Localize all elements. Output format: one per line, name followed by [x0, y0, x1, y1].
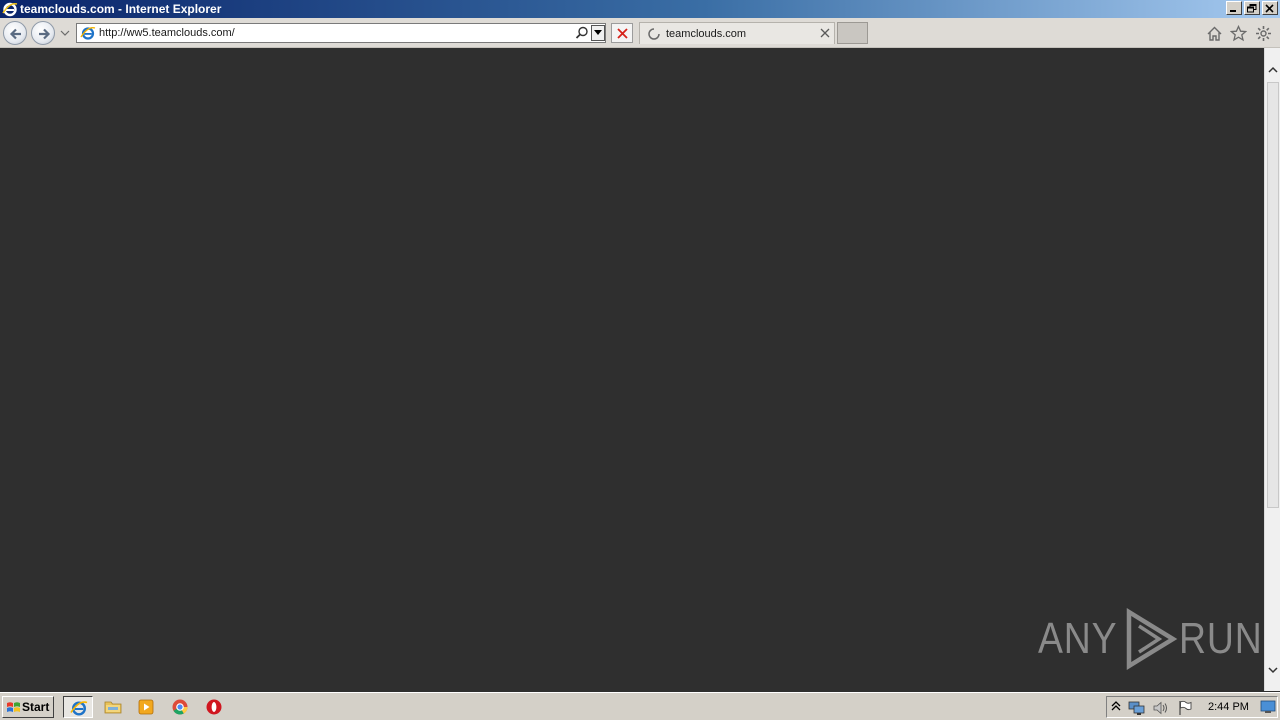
- scroll-down-arrow-icon[interactable]: [1268, 665, 1278, 675]
- scrollbar-thumb[interactable]: [1267, 82, 1279, 508]
- close-button[interactable]: [1262, 1, 1278, 15]
- stop-x-icon: [617, 28, 628, 39]
- new-tab-button[interactable]: [837, 22, 868, 44]
- clock[interactable]: 2:44 PM: [1208, 701, 1249, 713]
- window-title: teamclouds.com - Internet Explorer: [20, 2, 222, 16]
- start-button[interactable]: Start: [2, 696, 54, 718]
- stop-button[interactable]: [611, 23, 633, 43]
- close-icon: [1265, 4, 1274, 13]
- start-label: Start: [22, 700, 50, 714]
- history-dropdown-icon[interactable]: [60, 29, 70, 37]
- watermark-right-text: RUN: [1179, 614, 1264, 663]
- chrome-icon: [172, 699, 188, 715]
- taskbar-media-player[interactable]: [131, 696, 161, 718]
- media-player-icon: [138, 699, 154, 715]
- taskbar-chrome[interactable]: [165, 696, 195, 718]
- minimize-icon: [1230, 10, 1236, 12]
- taskbar-internet-explorer[interactable]: [63, 696, 93, 718]
- address-url: http://ww5.teamclouds.com/: [99, 27, 235, 39]
- tab-label: teamclouds.com: [666, 28, 747, 40]
- back-arrow-icon: [9, 28, 21, 40]
- search-icon[interactable]: [575, 26, 589, 40]
- minimize-button[interactable]: [1226, 1, 1242, 15]
- back-button[interactable]: [3, 21, 27, 45]
- restore-button[interactable]: [1244, 1, 1260, 15]
- tab-close-icon[interactable]: [820, 28, 830, 38]
- scroll-up-arrow-icon[interactable]: [1268, 65, 1278, 75]
- volume-icon[interactable]: [1152, 700, 1170, 716]
- folder-icon: [104, 701, 122, 714]
- action-center-flag-icon[interactable]: [1177, 700, 1193, 716]
- site-ie-icon: [80, 27, 96, 40]
- forward-arrow-icon: [39, 28, 51, 40]
- chevron-down-icon: [594, 30, 602, 35]
- taskbar-file-explorer[interactable]: [98, 696, 128, 718]
- taskbar: Start 2:44 PM: [0, 692, 1280, 720]
- restore-icon: [1247, 4, 1257, 13]
- network-icon[interactable]: [1128, 700, 1146, 716]
- vertical-scrollbar[interactable]: [1264, 48, 1280, 691]
- anyrun-watermark: ANY RUN: [1038, 607, 1278, 671]
- show-hidden-icons-chevron-icon[interactable]: [1111, 700, 1121, 714]
- system-tray: 2:44 PM: [1106, 696, 1278, 718]
- home-icon[interactable]: [1206, 25, 1223, 42]
- page-content[interactable]: ANY RUN: [0, 48, 1264, 691]
- window-controls: [1226, 1, 1278, 15]
- taskbar-opera[interactable]: [199, 696, 229, 718]
- show-desktop-icon[interactable]: [1260, 700, 1276, 714]
- tab-teamclouds[interactable]: teamclouds.com: [639, 22, 835, 44]
- gear-icon[interactable]: [1255, 25, 1272, 42]
- favorites-star-icon[interactable]: [1230, 25, 1247, 42]
- navigation-bar: http://ww5.teamclouds.com/ teamclouds.co…: [0, 18, 1280, 48]
- loading-spinner-icon: [648, 28, 660, 40]
- windows-logo-icon: [7, 702, 20, 712]
- internet-explorer-icon: [2, 2, 18, 17]
- watermark-left-text: ANY: [1038, 614, 1118, 663]
- opera-icon: [206, 699, 222, 715]
- forward-button[interactable]: [31, 21, 55, 45]
- address-bar[interactable]: http://ww5.teamclouds.com/: [76, 23, 606, 43]
- address-dropdown-button[interactable]: [591, 25, 605, 41]
- title-bar: teamclouds.com - Internet Explorer: [0, 0, 1280, 18]
- play-triangle-logo-icon: [1127, 608, 1178, 670]
- internet-explorer-icon: [70, 701, 88, 716]
